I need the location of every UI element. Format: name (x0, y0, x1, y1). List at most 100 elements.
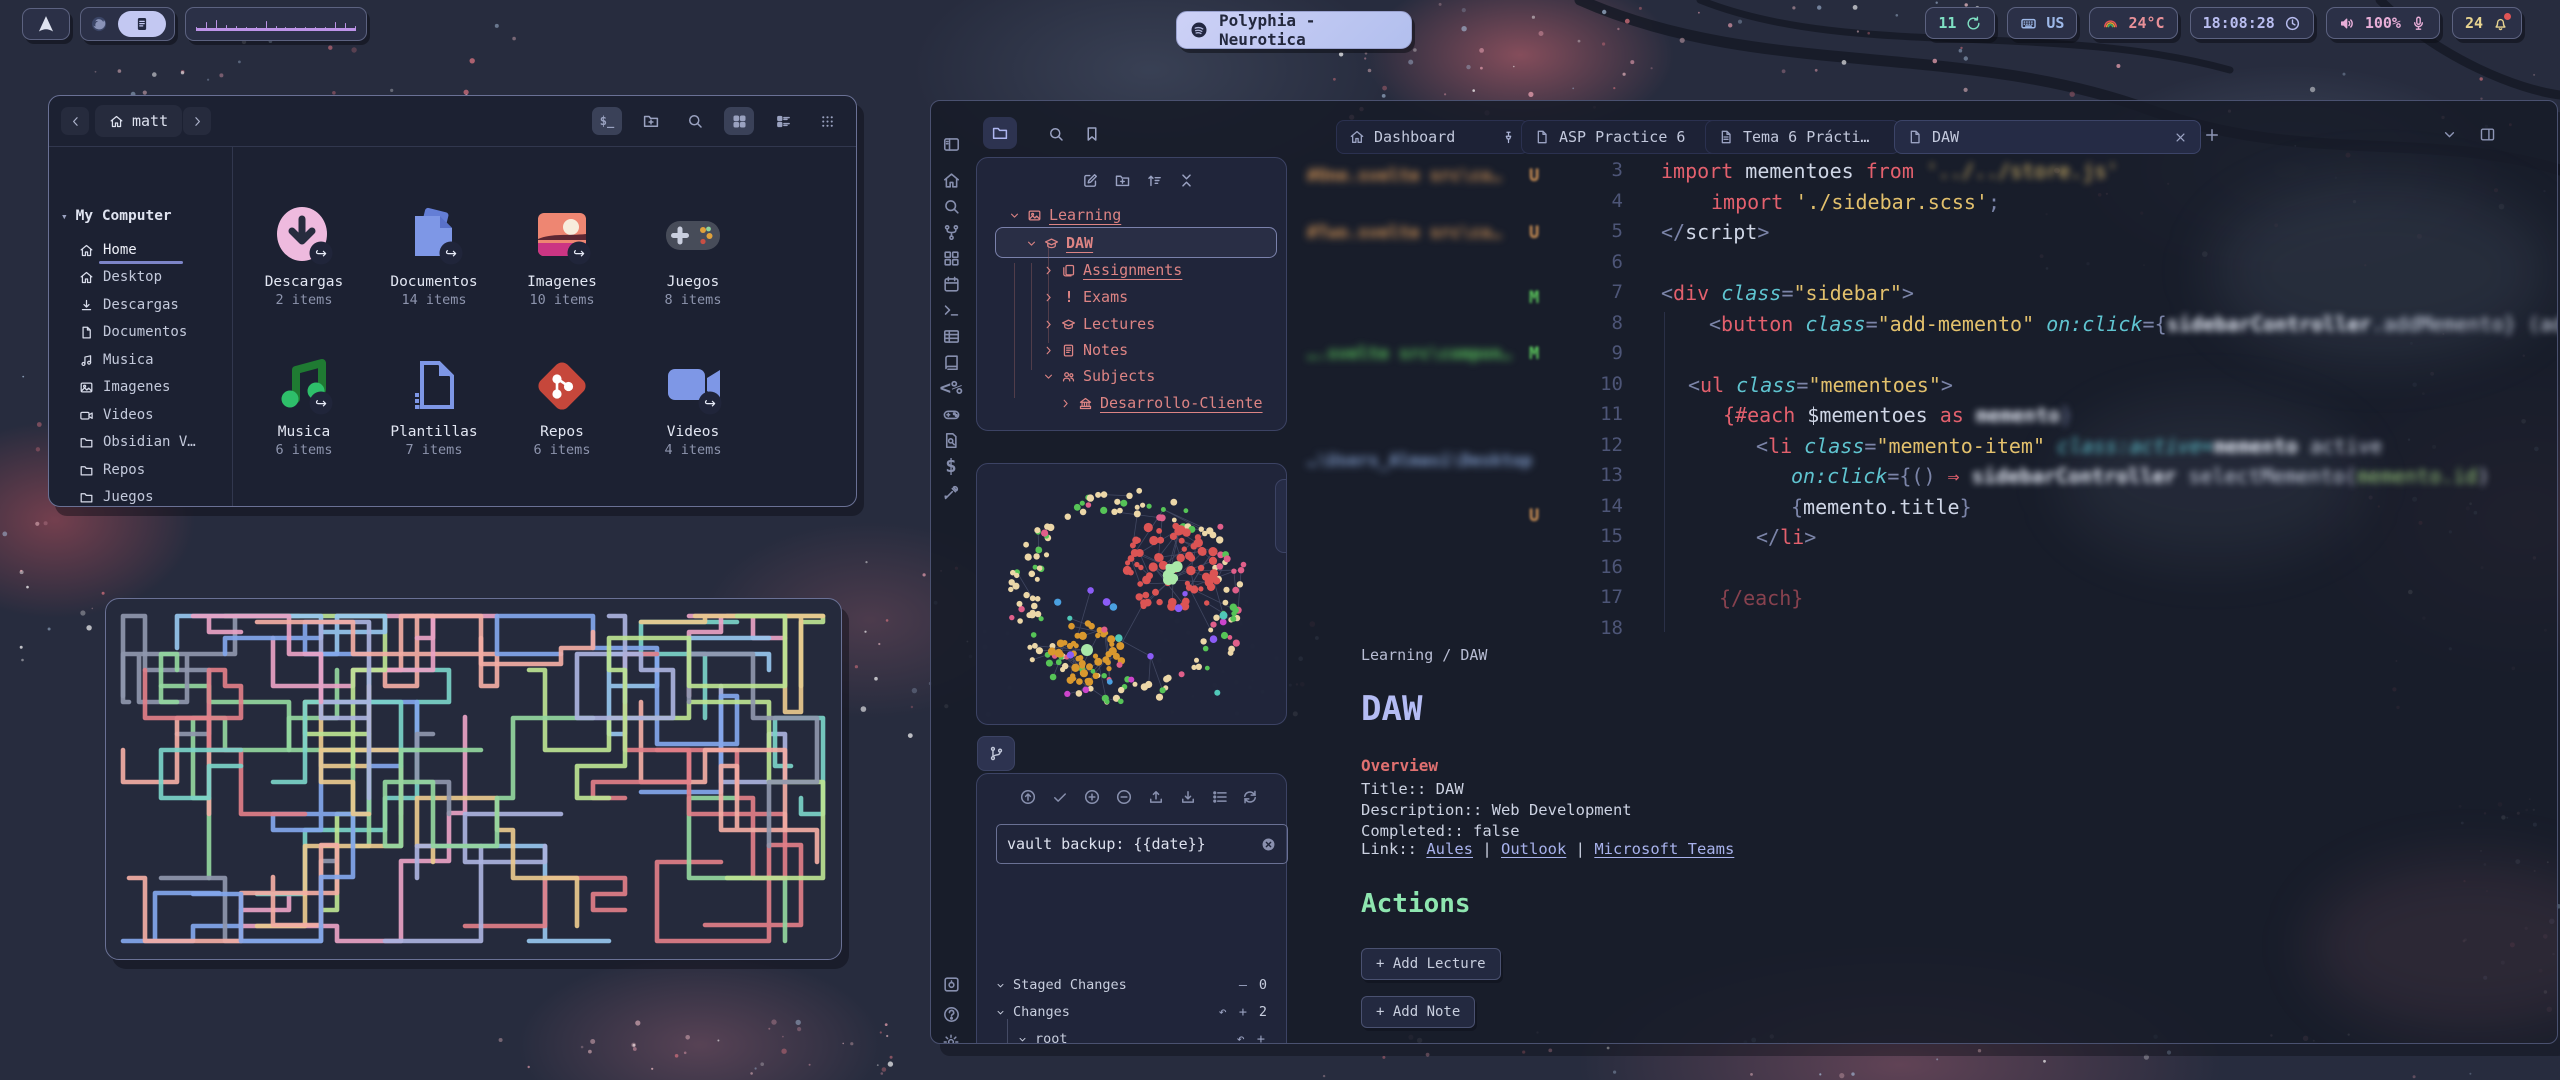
breadcrumb[interactable]: matt (95, 105, 182, 137)
close-tab-icon[interactable] (2173, 130, 2188, 145)
folder-imagenes[interactable]: ↪ Imagenes 10 items (497, 204, 627, 308)
downloadtray-icon[interactable] (1179, 788, 1197, 806)
button--add-lecture[interactable]: + Add Lecture (1361, 948, 1501, 980)
git-panel-tab[interactable] (977, 736, 1015, 771)
fork-icon[interactable] (941, 222, 961, 242)
search-button[interactable] (680, 107, 710, 135)
vault-icon[interactable] (941, 974, 961, 994)
folder-juegos[interactable]: Juegos 8 items (628, 204, 758, 308)
git-row-actions[interactable]: ↶ + (1237, 1031, 1267, 1044)
tab-tema-6-pr-cticas-[interactable]: Tema 6 Prácticas -… (1705, 120, 1900, 154)
git-row-actions[interactable]: — (1239, 977, 1249, 993)
pluscircle-icon[interactable] (1083, 788, 1101, 806)
upload-icon[interactable] (1147, 788, 1165, 806)
code-icon[interactable]: <% (941, 378, 961, 398)
grid-view-button[interactable] (724, 107, 754, 135)
new-folder-button[interactable] (636, 107, 666, 135)
tab-dashboard[interactable]: Dashboard (1336, 120, 1529, 154)
sidebar-item-documentos[interactable]: Documentos (79, 324, 187, 340)
upcircle-icon[interactable] (1019, 788, 1037, 806)
grid4-icon[interactable] (941, 248, 961, 268)
clock-widget[interactable]: 18:08:28 (2190, 7, 2314, 39)
folder-musica[interactable]: ↪ Musica 6 items (239, 354, 369, 458)
split-layout-icon[interactable] (2479, 126, 2496, 143)
note-link-outlook[interactable]: Outlook (1501, 840, 1566, 858)
keyboard-layout-widget[interactable]: US (2007, 7, 2077, 39)
weather-widget[interactable]: 24°C (2089, 7, 2177, 39)
sidebar-item-imagenes[interactable]: Imagenes (79, 379, 170, 395)
sidebar-root[interactable]: ▾ My Computer (61, 208, 172, 224)
gear-icon[interactable] (941, 1032, 961, 1044)
audio-widget[interactable]: 100% (2326, 7, 2440, 39)
git-row-root[interactable]: root↶ + (1017, 1031, 1267, 1044)
collapse-icon[interactable] (1178, 172, 1195, 189)
folder-videos[interactable]: ↪ Videos 4 items (628, 354, 758, 458)
sidebar-item-desktop[interactable]: Desktop (79, 269, 162, 285)
tree-item-assignments[interactable]: Assignments (1042, 261, 1182, 279)
tab-asp-practice-6[interactable]: ASP Practice 6 (1521, 120, 1722, 154)
calendar-icon[interactable] (941, 274, 961, 294)
folder-documentos[interactable]: ↪ Documentos 14 items (369, 204, 499, 308)
tab-list-chevron-icon[interactable] (2441, 126, 2458, 143)
note-link-aules[interactable]: Aules (1426, 840, 1473, 858)
sidebar-item-videos[interactable]: Videos (79, 407, 154, 423)
search-icon[interactable] (941, 196, 961, 216)
sidebar-item-repos[interactable]: Repos (79, 462, 145, 478)
compact-view-button[interactable] (812, 107, 842, 135)
back-button[interactable] (61, 107, 89, 135)
list-view-button[interactable] (768, 107, 798, 135)
git-row-changes[interactable]: Changes↶ +2 (995, 1004, 1267, 1020)
sidebar-item-juegos[interactable]: Juegos (79, 489, 154, 505)
tab-daw[interactable]: DAW (1894, 120, 2201, 154)
commit-message-input[interactable]: vault backup: {{date}} (996, 824, 1288, 864)
edit-icon[interactable] (1082, 172, 1099, 189)
tree-item-lectures[interactable]: Lectures (1042, 315, 1155, 333)
clear-input-icon[interactable] (1260, 836, 1277, 853)
sidebar-item-descargas[interactable]: Descargas (79, 297, 179, 313)
search-tab-icon[interactable] (1047, 125, 1065, 143)
sidebar-item-home[interactable]: Home (79, 242, 137, 258)
git-row-actions[interactable]: ↶ + (1219, 1004, 1249, 1020)
folder2-tab-icon[interactable] (991, 124, 1009, 142)
sort-icon[interactable] (1146, 172, 1163, 189)
tree-item-notes[interactable]: Notes (1042, 341, 1128, 359)
check-icon[interactable] (1051, 788, 1069, 806)
tree-item-learning[interactable]: Learning (1008, 206, 1121, 224)
notes-app-icon[interactable] (118, 11, 166, 37)
table-icon[interactable] (941, 326, 961, 346)
note-link-microsoft-teams[interactable]: Microsoft Teams (1594, 840, 1734, 858)
tree-item-desarrollo-cliente[interactable]: Desarrollo-Cliente (1059, 394, 1263, 412)
graph-view[interactable] (977, 464, 1286, 724)
dollar-icon[interactable]: $ (941, 456, 961, 476)
bookmark-tab-icon[interactable] (1083, 125, 1101, 143)
tree-item-daw[interactable]: DAW (1025, 234, 1093, 252)
help-icon[interactable] (941, 1004, 961, 1024)
panel-icon[interactable] (941, 134, 961, 154)
folder-plantillas[interactable]: Plantillas 7 items (369, 354, 499, 458)
note-breadcrumb[interactable]: Learning / DAW (1361, 646, 1487, 664)
folder-descargas[interactable]: ↪ Descargas 2 items (239, 204, 369, 308)
gamepad-icon[interactable] (941, 404, 961, 424)
button--add-note[interactable]: + Add Note (1361, 996, 1475, 1028)
firefox-icon[interactable] (89, 14, 109, 34)
folderplus-icon[interactable] (1114, 172, 1131, 189)
git-row-staged-changes[interactable]: Staged Changes—0 (995, 977, 1267, 993)
sidebar-item-obsidian-v-[interactable]: Obsidian V… (79, 434, 196, 450)
listicon-icon[interactable] (1211, 788, 1229, 806)
book-icon[interactable] (941, 352, 961, 372)
updates-widget[interactable]: 11 (1925, 7, 1995, 39)
pin-icon[interactable] (1501, 130, 1516, 145)
now-playing-widget[interactable]: Polyphia - Neurotica (1176, 11, 1412, 49)
tree-item-subjects[interactable]: Subjects (1042, 367, 1155, 385)
home-icon[interactable] (941, 170, 961, 190)
refresh-icon[interactable] (1241, 788, 1259, 806)
filesearch-icon[interactable] (941, 430, 961, 450)
app-launcher-button[interactable] (22, 8, 70, 40)
terminal-box-button[interactable]: $_ (592, 107, 622, 135)
tree-item-exams[interactable]: !Exams (1042, 288, 1128, 306)
sidebar-item-musica[interactable]: Musica (79, 352, 154, 368)
folder-repos[interactable]: Repos 6 items (497, 354, 627, 458)
forward-button[interactable] (183, 107, 211, 135)
terminal2-icon[interactable] (941, 300, 961, 320)
minuscircle-icon[interactable] (1115, 788, 1133, 806)
